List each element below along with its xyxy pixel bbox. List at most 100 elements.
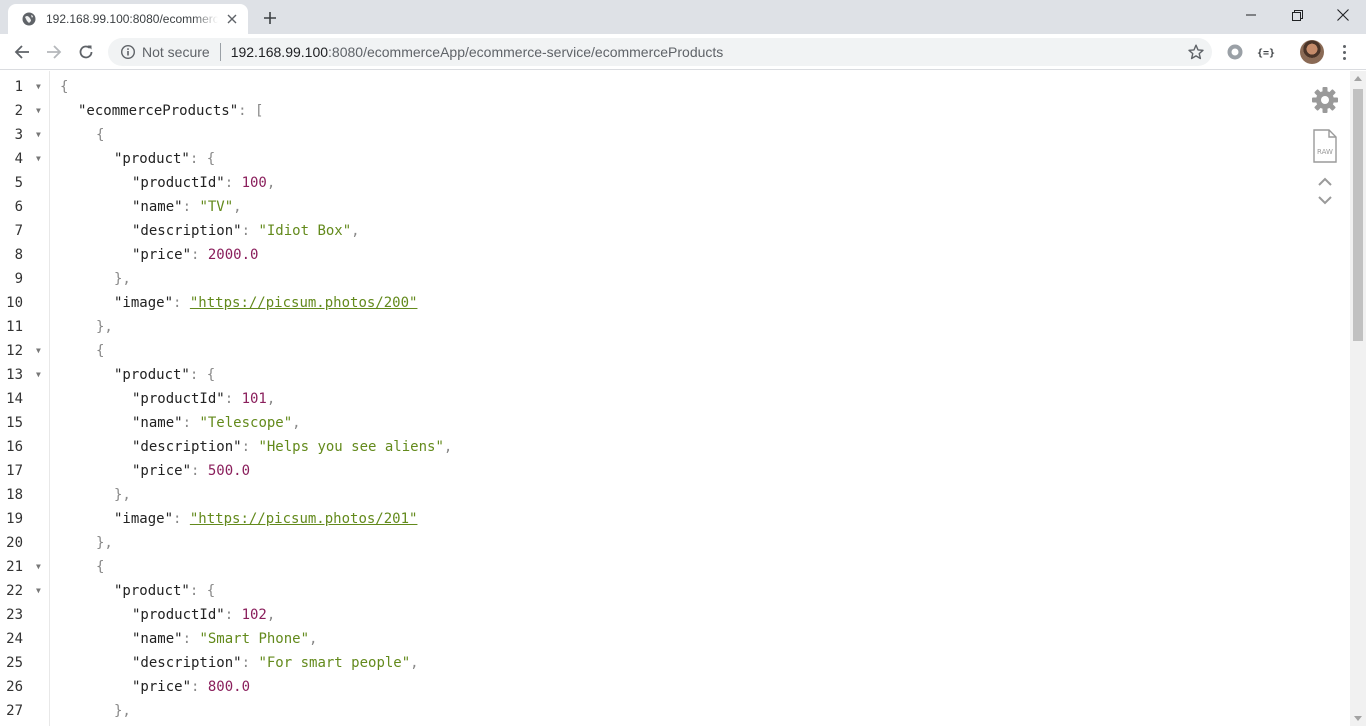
fold-toggle-icon[interactable]: ▼: [36, 363, 44, 387]
line-content: "productId": 100,: [132, 171, 275, 195]
line-content: {: [96, 123, 104, 147]
code-line: 21 ▼ {: [0, 555, 1300, 579]
line-number: 7: [14, 223, 23, 239]
json-key: "description": [132, 655, 242, 671]
json-viewer: 1 ▼ {2 ▼ "ecommerceProducts": [3 ▼ {4 ▼ "product…: [0, 71, 1350, 726]
scroll-up-arrow[interactable]: [1354, 76, 1362, 81]
fold-toggle-icon[interactable]: ▼: [36, 147, 44, 171]
json-punctuation: },: [96, 319, 113, 335]
json-punctuation: ,: [266, 391, 276, 407]
json-number: 2000.0: [207, 247, 259, 263]
reload-icon[interactable]: [73, 39, 99, 65]
json-punctuation: :: [241, 655, 259, 671]
fold-toggle-icon[interactable]: ▼: [36, 75, 44, 99]
line-number: 24: [6, 631, 23, 647]
json-key: "product": [114, 367, 190, 383]
json-key: "name": [132, 415, 183, 431]
json-key: "product": [114, 583, 190, 599]
fold-toggle-icon[interactable]: ▼: [36, 555, 44, 579]
code-line: 9},: [0, 267, 1300, 291]
json-formatter-icon[interactable]: {=}: [1257, 42, 1277, 62]
line-content: "price": 500.0: [132, 459, 250, 483]
url-text[interactable]: 192.168.99.100:8080/ecommerceApp/ecommer…: [231, 44, 724, 60]
arrow-left-icon[interactable]: [9, 39, 35, 65]
json-punctuation: :: [224, 391, 242, 407]
window-close-icon[interactable]: [1320, 0, 1366, 30]
fold-toggle-icon[interactable]: ▼: [36, 99, 44, 123]
json-punctuation: {: [96, 127, 105, 143]
json-punctuation: ,: [233, 199, 242, 215]
line-content: "name": "TV",: [132, 195, 242, 219]
json-punctuation: },: [114, 271, 131, 287]
line-content: },: [114, 699, 131, 723]
extension-circle-icon[interactable]: [1225, 42, 1245, 62]
json-punctuation: :: [241, 223, 259, 239]
code-line: 16 "description": "Helps you see aliens",: [0, 435, 1300, 459]
json-punctuation: :: [173, 511, 190, 527]
line-number: 14: [6, 391, 23, 407]
plus-icon[interactable]: [258, 8, 282, 28]
line-content: "description": "Idiot Box",: [132, 219, 360, 243]
json-punctuation: : {: [189, 583, 216, 599]
avatar[interactable]: [1300, 40, 1324, 64]
fold-toggle-icon[interactable]: ▼: [36, 579, 44, 603]
json-punctuation: ,: [266, 175, 276, 191]
line-content: "image": "https://picsum.photos/201": [114, 507, 417, 531]
line-number: 17: [6, 463, 23, 479]
code-line: 23 "productId": 102,: [0, 603, 1300, 627]
chevron-down-icon[interactable]: [1316, 193, 1334, 205]
scrollbar[interactable]: [1350, 71, 1366, 726]
line-number: 21: [6, 559, 23, 575]
star-icon[interactable]: [1188, 44, 1204, 60]
code-line: 22 ▼ "product": {: [0, 579, 1300, 603]
json-number: 800.0: [207, 679, 251, 695]
browser-tab[interactable]: 192.168.99.100:8080/ecommerceApp/ecommer…: [8, 4, 248, 34]
address-bar[interactable]: Not secure 192.168.99.100:8080/ecommerce…: [108, 38, 1212, 66]
json-punctuation: :: [241, 439, 259, 455]
code-line: 20},: [0, 531, 1300, 555]
gear-icon[interactable]: [1310, 85, 1340, 115]
json-code: 1 ▼ {2 ▼ "ecommerceProducts": [3 ▼ {4 ▼ "product…: [0, 75, 1300, 723]
line-content: "product": {: [114, 579, 215, 603]
code-line: 17 "price": 500.0: [0, 459, 1300, 483]
fold-toggle-icon[interactable]: ▼: [36, 339, 44, 363]
fold-toggle-icon[interactable]: ▼: [36, 123, 44, 147]
code-line: 11},: [0, 315, 1300, 339]
json-punctuation: :: [182, 199, 200, 215]
json-link[interactable]: "https://picsum.photos/200": [190, 295, 418, 311]
line-number: 26: [6, 679, 23, 695]
json-number: 101: [241, 391, 267, 407]
json-string: "For smart people": [258, 655, 411, 671]
scrollbar-thumb[interactable]: [1353, 89, 1363, 341]
line-content: {: [96, 555, 104, 579]
line-content: {: [96, 339, 104, 363]
raw-file-icon[interactable]: RAW: [1312, 129, 1338, 163]
line-content: },: [96, 531, 113, 555]
scroll-down-arrow[interactable]: [1354, 716, 1362, 721]
line-content: "ecommerceProducts": [: [78, 99, 263, 123]
url-host: 192.168.99.100: [230, 44, 329, 60]
svg-text:{=}: {=}: [1257, 48, 1275, 59]
not-secure-label[interactable]: Not secure: [142, 44, 210, 60]
code-line: 2 ▼ "ecommerceProducts": [: [0, 99, 1300, 123]
json-punctuation: },: [114, 703, 131, 719]
json-punctuation: ,: [292, 415, 301, 431]
info-icon[interactable]: [120, 44, 136, 60]
menu-dots-icon[interactable]: [1338, 42, 1350, 62]
json-punctuation: :: [224, 607, 242, 623]
line-number: 23: [6, 607, 23, 623]
line-content: "productId": 102,: [132, 603, 275, 627]
json-string: "Helps you see aliens": [258, 439, 444, 455]
json-key: "image": [114, 295, 174, 311]
arrow-right-icon[interactable]: [41, 39, 67, 65]
line-content: "description": "For smart people",: [132, 651, 419, 675]
code-line: 15 "name": "Telescope",: [0, 411, 1300, 435]
line-number: 11: [6, 319, 23, 335]
close-icon[interactable]: [224, 11, 240, 27]
json-link[interactable]: "https://picsum.photos/201": [190, 511, 418, 527]
restore-icon[interactable]: [1274, 0, 1320, 30]
minimize-icon[interactable]: [1228, 0, 1274, 30]
chevron-up-icon[interactable]: [1316, 175, 1334, 187]
json-punctuation: {: [96, 559, 105, 575]
json-key: "name": [132, 199, 183, 215]
